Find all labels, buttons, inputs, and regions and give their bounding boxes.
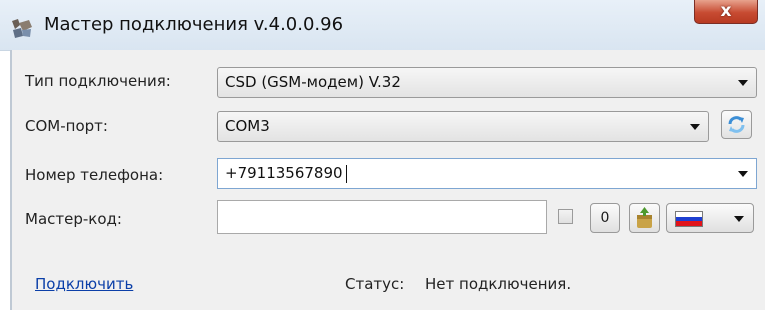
com-port-value: COM3 — [225, 117, 270, 135]
connection-type-label: Тип подключения: — [25, 72, 171, 90]
archive-button[interactable] — [629, 203, 660, 233]
connection-type-select[interactable]: CSD (GSM-модем) V.32 — [217, 67, 757, 98]
connection-wizard-window: Мастер подключения v.4.0.0.96 x Тип подк… — [0, 0, 765, 322]
connection-type-value: CSD (GSM-модем) V.32 — [225, 73, 401, 91]
flag-stripe-red — [676, 221, 702, 226]
chevron-down-icon — [738, 80, 748, 86]
phone-number-value: +79113567890 — [225, 164, 343, 182]
com-port-label: COM-порт: — [25, 117, 108, 135]
connect-link[interactable]: Подключить — [35, 275, 133, 293]
close-icon: x — [720, 1, 732, 21]
archive-icon — [637, 207, 652, 228]
master-code-label: Мастер-код: — [25, 210, 122, 228]
refresh-ports-button[interactable] — [721, 110, 752, 139]
chevron-down-icon — [734, 216, 744, 222]
close-button[interactable]: x — [694, 0, 758, 24]
app-icon — [12, 19, 32, 38]
com-port-select[interactable]: COM3 — [217, 111, 709, 142]
status-value: Нет подключения. — [425, 275, 572, 293]
refresh-icon — [728, 116, 745, 133]
chevron-down-icon — [690, 124, 700, 130]
phone-number-input[interactable]: +79113567890 — [217, 158, 757, 189]
language-select[interactable] — [666, 203, 754, 233]
title-bar[interactable]: Мастер подключения v.4.0.0.96 x — [0, 0, 765, 51]
zero-button-label: 0 — [600, 210, 610, 226]
master-code-checkbox[interactable] — [558, 209, 573, 224]
zero-button[interactable]: 0 — [590, 203, 620, 233]
russian-flag-icon — [675, 211, 703, 227]
master-code-input[interactable] — [217, 200, 547, 234]
window-title: Мастер подключения v.4.0.0.96 — [44, 14, 344, 35]
status-label: Статус: — [345, 275, 405, 293]
chevron-down-icon — [738, 171, 748, 177]
text-cursor — [346, 165, 347, 183]
phone-number-label: Номер телефона: — [25, 166, 164, 184]
